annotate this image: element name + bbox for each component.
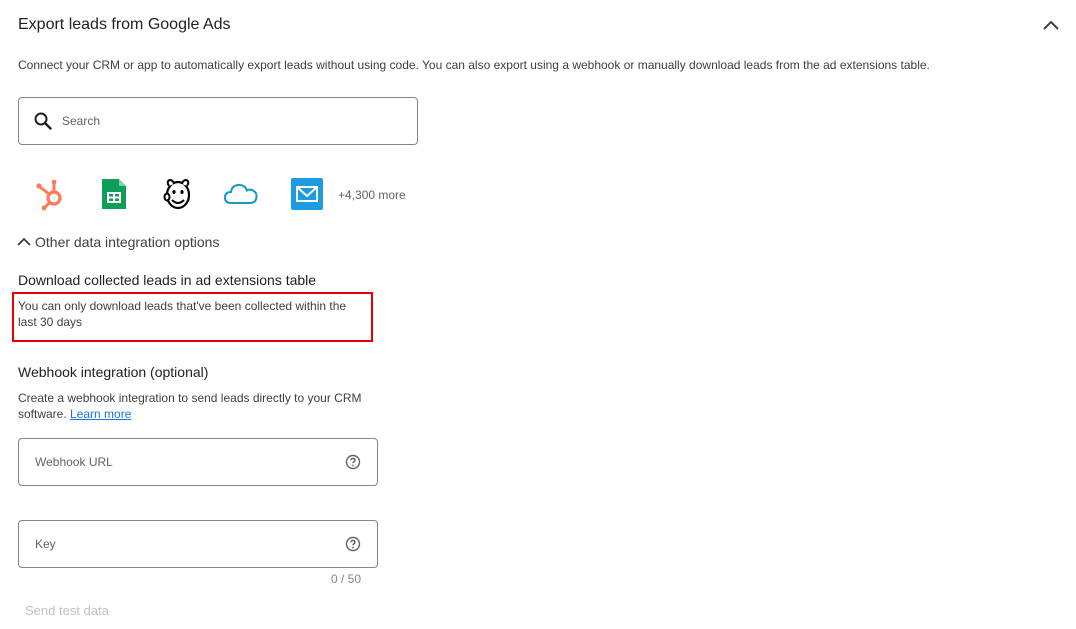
envelope-logo <box>291 178 323 210</box>
chevron-up-icon <box>17 237 31 246</box>
hubspot-logo <box>36 179 62 211</box>
other-integration-options-label: Other data integration options <box>35 234 220 250</box>
google-sheets-icon[interactable] <box>96 176 132 212</box>
search-icon <box>34 112 52 130</box>
salesforce-cloud-icon[interactable] <box>223 176 259 212</box>
hubspot-icon[interactable] <box>32 176 68 212</box>
help-icon[interactable] <box>345 454 361 470</box>
cloud-logo <box>223 183 258 204</box>
mailchimp-logo <box>163 178 191 210</box>
export-description: Connect your CRM or app to automatically… <box>18 58 930 72</box>
mailchimp-icon[interactable] <box>160 176 196 212</box>
search-box[interactable] <box>18 97 418 145</box>
learn-more-link[interactable]: Learn more <box>70 407 131 421</box>
search-input[interactable] <box>62 114 382 128</box>
download-section-title: Download collected leads in ad extension… <box>18 272 317 288</box>
webhook-url-input[interactable] <box>35 455 325 469</box>
webhook-description-line2: software. Learn more <box>18 406 131 422</box>
collapse-button[interactable] <box>1038 12 1064 38</box>
page-title: Export leads from Google Ads <box>18 16 231 33</box>
key-character-counter: 0 / 50 <box>331 572 362 586</box>
other-integration-options-toggle[interactable]: Other data integration options <box>16 232 219 252</box>
webhook-description-prefix: software. <box>18 407 67 421</box>
email-app-icon[interactable] <box>289 176 325 212</box>
chevron-up-icon <box>1043 20 1059 30</box>
webhook-section-title: Webhook integration (optional) <box>18 364 209 380</box>
key-field[interactable] <box>18 520 378 568</box>
more-apps-link[interactable]: +4,300 more <box>338 187 406 203</box>
webhook-url-field[interactable] <box>18 438 378 486</box>
key-input[interactable] <box>35 537 325 551</box>
send-test-data-button[interactable]: Send test data <box>25 603 109 619</box>
webhook-description-line1: Create a webhook integration to send lea… <box>18 391 362 405</box>
help-icon[interactable] <box>345 536 361 552</box>
sheets-logo <box>102 179 126 209</box>
highlight-box <box>12 292 373 342</box>
